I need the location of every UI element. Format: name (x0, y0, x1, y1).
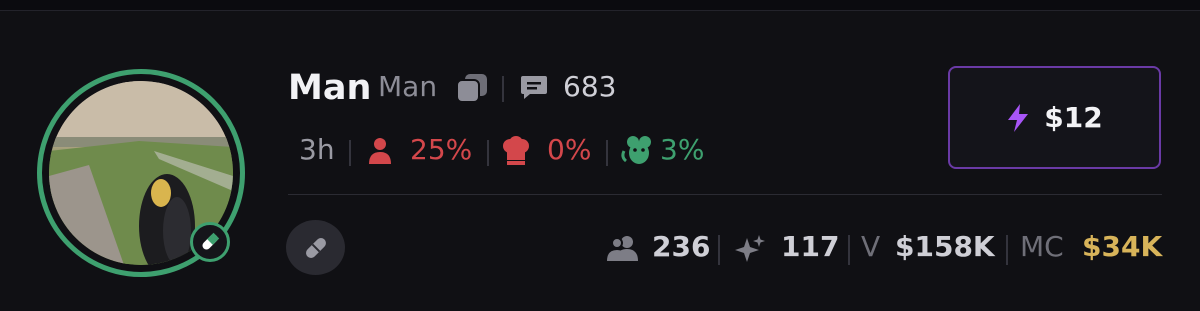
market-cap-value: $34K (1082, 230, 1163, 263)
top-border (0, 0, 1200, 11)
separator (487, 140, 489, 166)
separator (1006, 235, 1008, 265)
separator (606, 140, 608, 166)
market-cap-label: MC (1020, 230, 1064, 263)
pill-button[interactable] (286, 220, 345, 275)
volume-label: V (861, 230, 881, 263)
separator (848, 235, 850, 265)
pill-icon (202, 232, 220, 250)
pill-badge (190, 222, 230, 262)
rat-icon (620, 135, 656, 171)
lightning-icon (1008, 103, 1029, 132)
chef-percent: 0% (547, 133, 592, 166)
holder-percent: 25% (410, 133, 473, 166)
separator (502, 76, 504, 102)
token-name: Man (288, 68, 372, 108)
separator (349, 140, 351, 166)
token-ticker: Man (378, 70, 438, 103)
pill-icon (305, 237, 326, 258)
token-age: 3h (299, 133, 335, 166)
quick-buy-button[interactable]: $12 (948, 66, 1161, 169)
boosts-count: 117 (781, 230, 840, 263)
copy-icon[interactable] (455, 72, 489, 108)
sparkle-icon (734, 234, 766, 268)
volume-value: $158K (895, 230, 995, 263)
comment-count: 683 (563, 70, 617, 103)
rat-percent: 3% (660, 133, 705, 166)
comment-icon (519, 74, 549, 106)
holders-count: 236 (652, 230, 711, 263)
chef-icon (501, 136, 531, 170)
separator (718, 235, 720, 265)
divider (288, 194, 1162, 195)
buy-amount: $12 (1044, 101, 1103, 134)
users-icon (606, 235, 640, 265)
holder-icon (367, 137, 393, 169)
